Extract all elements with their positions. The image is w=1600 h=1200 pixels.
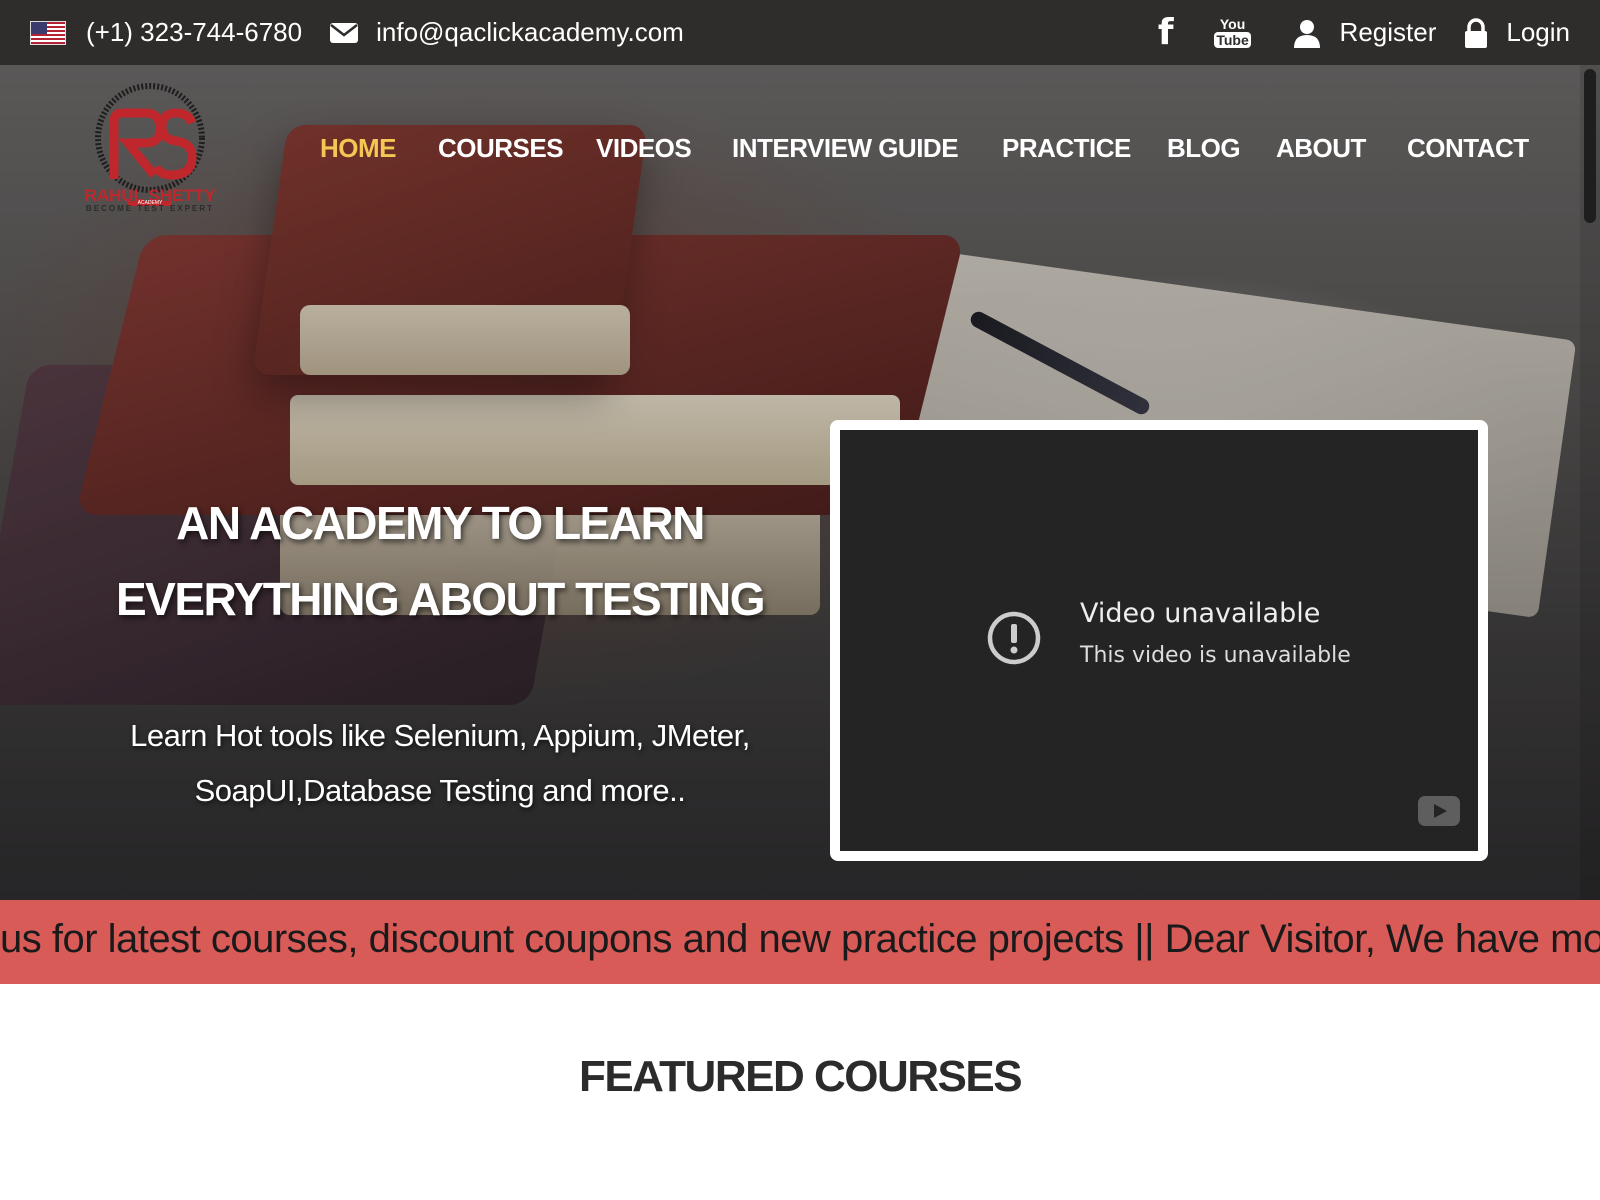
hero-subheadline: Learn Hot tools like Selenium, Appium, J… xyxy=(100,708,780,818)
register-link[interactable]: Register xyxy=(1340,17,1437,48)
nav-videos[interactable]: VIDEOS xyxy=(596,133,692,164)
facebook-icon[interactable]: f xyxy=(1158,14,1174,51)
ticker-text: us for latest courses, discount coupons … xyxy=(0,917,1600,961)
hero-section: RAHUL SHETTY ACADEMY BECOME TEST EXPERT … xyxy=(0,65,1600,900)
hero-subheadline-line-1: Learn Hot tools like Selenium, Appium, J… xyxy=(130,718,750,753)
nav-practice[interactable]: PRACTICE xyxy=(1002,133,1131,164)
top-contact-bar: (+1) 323-744-6780 info@qaclickacademy.co… xyxy=(0,0,1600,65)
youtube-you-text: You xyxy=(1219,16,1246,32)
nav-interview-guide[interactable]: INTERVIEW GUIDE xyxy=(732,133,959,164)
youtube-icon[interactable]: You Tube xyxy=(1214,15,1251,51)
alert-icon xyxy=(987,611,1041,665)
lock-icon xyxy=(1465,17,1488,48)
logo-tagline: BECOME TEST EXPERT xyxy=(85,204,214,213)
login-link[interactable]: Login xyxy=(1506,17,1570,48)
nav-blog[interactable]: BLOG xyxy=(1167,133,1241,164)
hero-headline-line-2: EVERYTHING ABOUT TESTING xyxy=(115,573,766,625)
hero-headline-line-1: AN ACADEMY TO LEARN xyxy=(176,497,705,549)
video-player[interactable]: Video unavailable This video is unavaila… xyxy=(840,430,1478,851)
video-embed-frame: Video unavailable This video is unavaila… xyxy=(830,420,1488,861)
user-icon xyxy=(1293,19,1320,48)
page-scrollbar[interactable] xyxy=(1580,65,1600,900)
hero-headline: AN ACADEMY TO LEARN EVERYTHING ABOUT TES… xyxy=(100,485,780,637)
email-link[interactable]: info@qaclickacademy.com xyxy=(376,17,684,48)
video-unavailable-message: This video is unavailable xyxy=(1080,643,1351,668)
mail-icon xyxy=(330,22,359,43)
nav-courses[interactable]: COURSES xyxy=(438,133,564,164)
youtube-tube-text: Tube xyxy=(1214,32,1251,48)
scrollbar-thumb[interactable] xyxy=(1584,69,1596,223)
nav-contact[interactable]: CONTACT xyxy=(1407,133,1529,164)
nav-home[interactable]: HOME xyxy=(320,133,397,164)
youtube-play-icon[interactable] xyxy=(1418,796,1460,826)
main-navigation: HOME COURSES VIDEOS INTERVIEW GUIDE PRAC… xyxy=(0,133,1600,167)
us-flag-icon xyxy=(30,20,66,45)
featured-courses-heading: FEATURED COURSES xyxy=(578,1052,1023,1101)
announcement-ticker: us for latest courses, discount coupons … xyxy=(0,900,1600,984)
hero-subheadline-line-2: SoapUI,Database Testing and more.. xyxy=(194,773,686,808)
video-unavailable-title: Video unavailable xyxy=(1080,598,1321,629)
phone-number: (+1) 323-744-6780 xyxy=(86,17,303,47)
nav-about[interactable]: ABOUT xyxy=(1276,133,1366,164)
top-right-links: f You Tube Register Login xyxy=(1158,0,1570,65)
